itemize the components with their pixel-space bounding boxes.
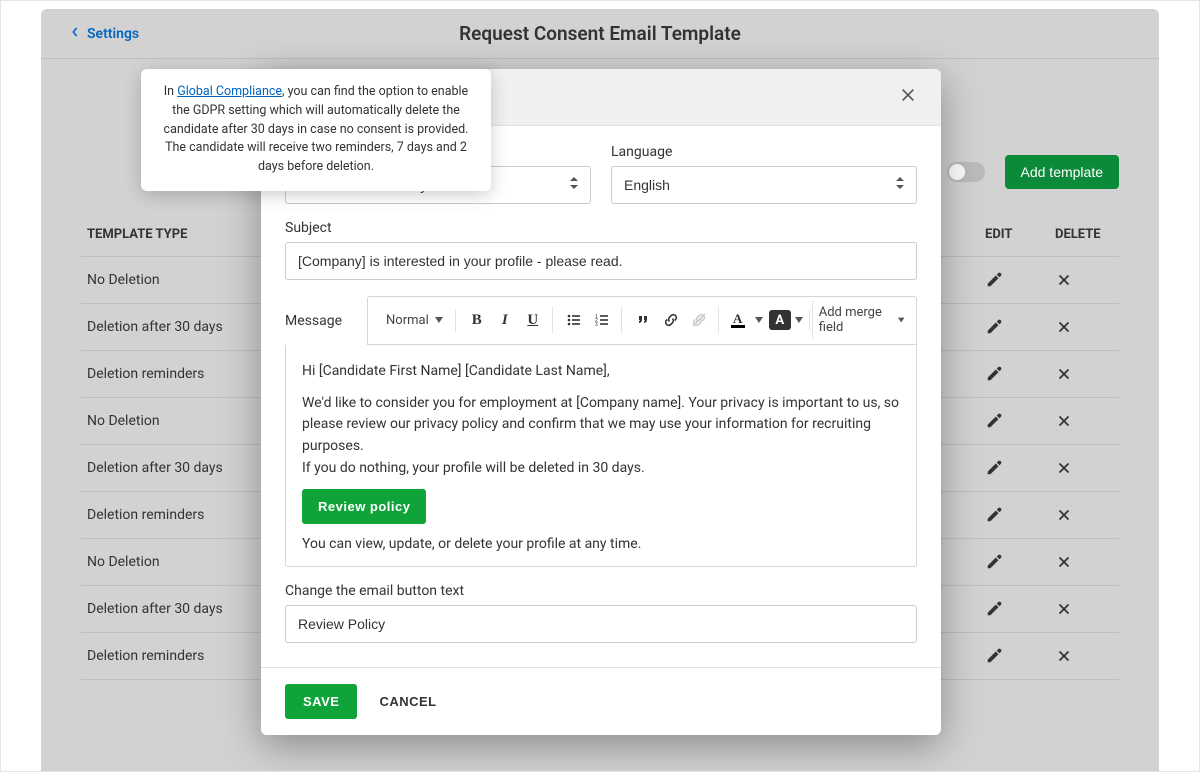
add-template-button[interactable]: Add template xyxy=(1005,155,1120,189)
page-title: Request Consent Email Template xyxy=(41,22,1159,45)
message-editor[interactable]: Hi [Candidate First Name] [Candidate Las… xyxy=(285,345,917,567)
edit-icon[interactable] xyxy=(985,553,1003,571)
merge-field-label: Add merge field xyxy=(819,305,892,335)
svg-text:3: 3 xyxy=(595,322,598,328)
cancel-button[interactable]: CANCEL xyxy=(379,694,436,709)
global-compliance-link[interactable]: Global Compliance xyxy=(177,84,282,99)
message-label: Message xyxy=(285,313,349,329)
tooltip-prefix: In xyxy=(164,84,177,99)
highlight-color-icon[interactable]: A xyxy=(769,310,791,330)
button-text-label: Change the email button text xyxy=(285,583,917,599)
editor-toolbar: Normal B I U xyxy=(368,297,916,344)
delete-icon[interactable] xyxy=(1055,600,1073,618)
button-text-input[interactable] xyxy=(285,605,917,643)
app-header: Settings Request Consent Email Template xyxy=(41,9,1159,59)
language-label: Language xyxy=(611,144,917,160)
body-greeting: Hi [Candidate First Name] [Candidate Las… xyxy=(302,361,900,383)
delete-icon[interactable] xyxy=(1055,318,1073,336)
col-header-delete: DELETE xyxy=(1049,213,1119,257)
back-link[interactable]: Settings xyxy=(41,26,139,42)
feature-toggle[interactable] xyxy=(947,162,985,182)
bold-icon[interactable]: B xyxy=(464,307,490,333)
chevron-left-icon xyxy=(71,26,79,42)
save-button[interactable]: SAVE xyxy=(285,684,357,719)
body-p1: We'd like to consider you for employment… xyxy=(302,395,899,454)
edit-icon[interactable] xyxy=(985,647,1003,665)
edit-icon[interactable] xyxy=(985,600,1003,618)
col-header-edit: EDIT xyxy=(979,213,1049,257)
format-value: Normal xyxy=(386,313,429,328)
quote-icon[interactable] xyxy=(630,307,656,333)
body-p2: If you do nothing, your profile will be … xyxy=(302,460,645,476)
delete-icon[interactable] xyxy=(1055,271,1073,289)
text-color-icon[interactable]: A xyxy=(727,312,749,328)
link-icon[interactable] xyxy=(658,307,684,333)
back-link-label: Settings xyxy=(87,26,139,42)
edit-icon[interactable] xyxy=(985,506,1003,524)
language-select[interactable] xyxy=(611,166,917,204)
edit-icon[interactable] xyxy=(985,365,1003,383)
language-select-value[interactable] xyxy=(611,166,917,204)
format-select[interactable]: Normal xyxy=(380,309,449,332)
delete-icon[interactable] xyxy=(1055,506,1073,524)
unlink-icon[interactable] xyxy=(686,307,712,333)
edit-icon[interactable] xyxy=(985,412,1003,430)
subject-input[interactable] xyxy=(285,242,917,280)
delete-icon[interactable] xyxy=(1055,459,1073,477)
gdpr-tooltip: In Global Compliance, you can find the o… xyxy=(141,69,491,191)
ordered-list-icon[interactable]: 123 xyxy=(589,307,615,333)
review-policy-button[interactable]: Review policy xyxy=(302,489,426,524)
delete-icon[interactable] xyxy=(1055,647,1073,665)
delete-icon[interactable] xyxy=(1055,412,1073,430)
subject-label: Subject xyxy=(285,220,917,236)
merge-field-select[interactable]: Add merge field xyxy=(812,301,910,339)
italic-icon[interactable]: I xyxy=(492,307,518,333)
bullet-list-icon[interactable] xyxy=(561,307,587,333)
underline-icon[interactable]: U xyxy=(520,307,546,333)
edit-icon[interactable] xyxy=(985,271,1003,289)
body-p3: You can view, update, or delete your pro… xyxy=(302,534,900,556)
delete-icon[interactable] xyxy=(1055,365,1073,383)
delete-icon[interactable] xyxy=(1055,553,1073,571)
edit-icon[interactable] xyxy=(985,459,1003,477)
close-icon[interactable] xyxy=(899,86,917,108)
edit-icon[interactable] xyxy=(985,318,1003,336)
